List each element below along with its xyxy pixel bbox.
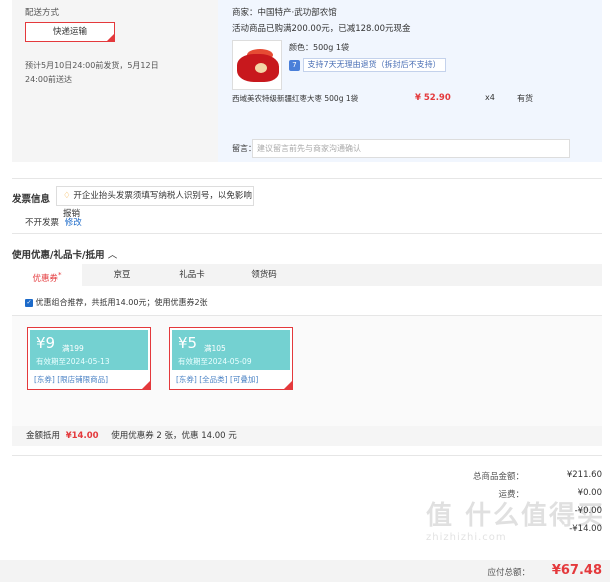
delivery-title: 配送方式 — [25, 8, 60, 18]
coupon-tag: [全品类] — [199, 375, 228, 384]
invoice-status-text: 不开发票 — [25, 218, 60, 228]
divider — [12, 455, 602, 456]
tab-coupons-mark: * — [57, 270, 62, 279]
delivery-method-label: 快递运输 — [52, 27, 87, 37]
divider — [12, 233, 602, 234]
remark-input[interactable]: 建议留言前先与商家沟通确认 — [252, 139, 570, 158]
tab-pickup-code[interactable]: 领货码 — [236, 264, 292, 286]
tab-coupons-label: 优惠券 — [32, 273, 58, 284]
coupon-expire: 有效期至2024-05-09 — [178, 357, 252, 366]
coupon-tag: [东券] — [176, 375, 197, 384]
product-price: ¥ 52.90 — [415, 93, 451, 103]
payable-bar: 应付总额： ¥67.48 — [0, 560, 610, 582]
summary-desc: 使用优惠券 2 张，优惠 14.00 元 — [111, 431, 237, 441]
tab-jingdou[interactable]: 京豆 — [94, 264, 150, 286]
invoice-title: 发票信息 — [12, 194, 51, 205]
product-spec: 颜色：500g 1袋 — [289, 43, 349, 52]
delivery-estimate-2: 24:00前送达 — [25, 75, 73, 84]
summary-label: 金额抵用 — [26, 431, 61, 441]
lightbulb-icon: ♢ — [63, 191, 71, 201]
payable-value: ¥67.48 — [551, 563, 602, 578]
selected-check-icon — [106, 33, 115, 42]
invoice-tip: ♢ 开企业抬头发票须填写纳税人识别号，以免影响报销 — [56, 186, 254, 219]
coupon-amount: ¥5 — [178, 334, 198, 352]
coupon-expire: 有效期至2024-05-13 — [36, 357, 110, 366]
combo-checkbox[interactable]: ✓ — [25, 298, 33, 307]
coupon-card[interactable]: ¥5 满105 有效期至2024-05-09 [东券] [全品类] [可叠加] — [169, 327, 293, 390]
total-value: ¥211.60 — [566, 470, 602, 480]
discount-section-toggle[interactable]: 使用优惠/礼品卡/抵用 ︿ — [12, 247, 117, 261]
coupon-amount: ¥9 — [36, 334, 56, 352]
chevron-up-icon: ︿ — [107, 250, 118, 261]
return-policy-text[interactable]: 支持7天无理由退货（拆封后不支持） — [302, 58, 446, 72]
payable-label: 应付总额： — [487, 568, 530, 578]
combo-text: 优惠组合推荐，共抵用14.00元；使用优惠券2张 — [35, 298, 208, 307]
tab-coupons[interactable]: 优惠券* — [12, 264, 82, 286]
invoice-tip-text: 开企业抬头发票须填写纳税人识别号，以免影响报销 — [63, 191, 252, 219]
coupon-card[interactable]: ¥9 满199 有效期至2024-05-13 [东券] [限店铺限商品] — [27, 327, 151, 390]
summary-amount: ¥14.00 — [65, 431, 99, 441]
divider — [12, 178, 602, 179]
coupon-tag: [可叠加] — [230, 375, 259, 384]
product-name[interactable]: 西域美农特级新疆红枣大枣 500g 1袋 — [232, 93, 358, 104]
promo-text: 活动商品已购满200.00元，已减128.00元现金 — [232, 24, 411, 34]
product-image[interactable] — [232, 40, 282, 90]
delivery-method-option[interactable]: 快递运输 — [25, 22, 115, 42]
watermark-url: zhizhizhi.com — [426, 532, 507, 543]
watermark-text: 值 什么值得买 — [426, 501, 606, 531]
delivery-estimate-1: 预计5月10日24:00前发货，5月12日 — [25, 61, 159, 70]
selected-check-icon — [283, 380, 293, 390]
return-badge-icon: 7 — [289, 60, 300, 71]
discount-summary: 金额抵用 ¥14.00 使用优惠券 2 张，优惠 14.00 元 — [12, 426, 602, 446]
invoice-modify-link[interactable]: 修改 — [65, 218, 82, 228]
total-row: 总商品金额： ¥211.60 — [400, 470, 602, 484]
return-policy: 7 支持7天无理由退货（拆封后不支持） — [289, 58, 446, 72]
coupon-tags: [东券] [全品类] [可叠加] — [176, 374, 258, 385]
selected-check-icon — [141, 380, 151, 390]
coupon-tag: [限店铺限商品] — [57, 375, 109, 384]
product-qty: x4 — [485, 93, 495, 102]
watermark-logo: 值 什么值得买 zhizhizhi.com — [426, 495, 606, 555]
invoice-status: 不开发票 修改 — [25, 216, 82, 228]
coupon-condition: 满199 — [62, 344, 84, 353]
discount-title: 使用优惠/礼品卡/抵用 — [12, 250, 105, 261]
tab-giftcard[interactable]: 礼品卡 — [164, 264, 220, 286]
product-stock: 有货 — [517, 94, 533, 103]
combo-recommend: ✓ 优惠组合推荐，共抵用14.00元；使用优惠券2张 — [25, 297, 208, 308]
merchant-name[interactable]: 商家：中国特产·武功部农馆 — [232, 6, 337, 18]
discount-tabs: 优惠券* 京豆 礼品卡 领货码 — [12, 264, 602, 286]
coupon-condition: 满105 — [204, 344, 226, 353]
coupon-tags: [东券] [限店铺限商品] — [34, 374, 108, 385]
coupon-tag: [东券] — [34, 375, 55, 384]
total-label: 总商品金额： — [472, 472, 524, 482]
